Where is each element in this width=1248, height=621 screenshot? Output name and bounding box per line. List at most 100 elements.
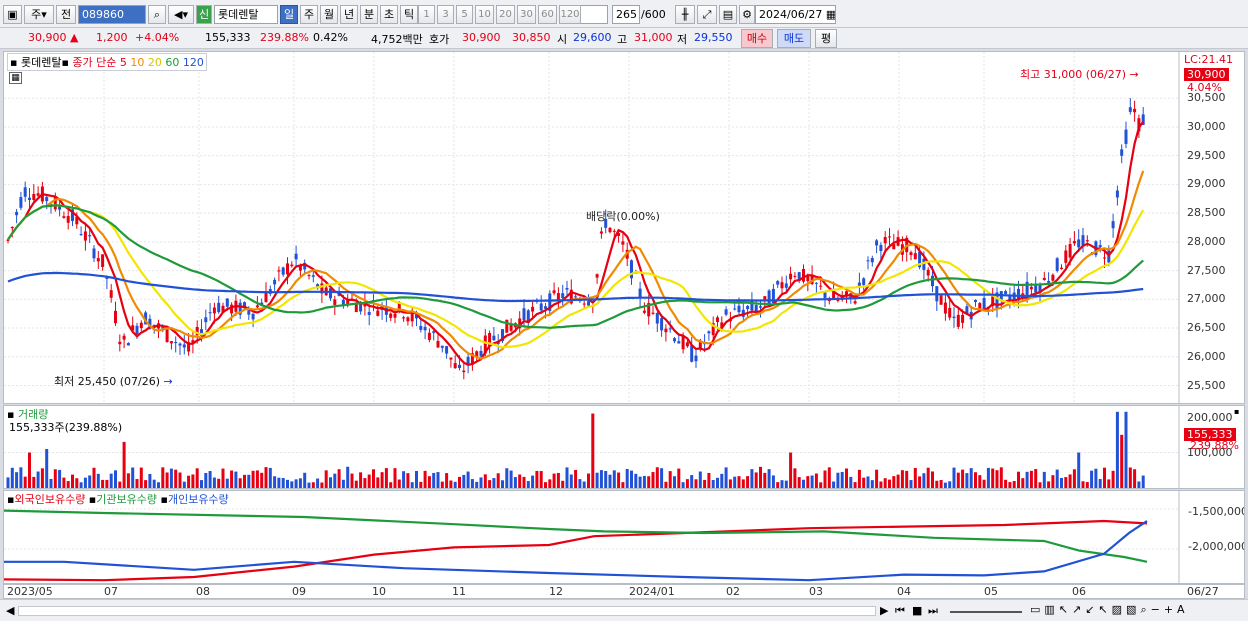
speaker-icon[interactable]: ◀▾ — [168, 5, 194, 24]
volume-bar — [694, 479, 698, 488]
stock-code-input[interactable]: 089860 — [78, 5, 146, 24]
avg-button[interactable]: 평 — [815, 29, 837, 48]
date-input[interactable]: 2024/06/27 ▦ — [755, 5, 836, 24]
quote-high: 31,000 — [634, 31, 673, 44]
candle-body — [767, 290, 771, 306]
timeframe-0[interactable]: 일 — [280, 5, 298, 24]
volume-bar — [1077, 452, 1081, 488]
scroll-left-icon[interactable]: ◀ — [6, 604, 14, 617]
zoom-slider[interactable] — [950, 611, 1022, 613]
candle-body — [677, 341, 681, 344]
volume-bar — [552, 473, 556, 488]
scroll-right-icon[interactable]: ▶ — [880, 604, 888, 617]
volume-bar — [1051, 475, 1055, 488]
period-20[interactable]: 20 — [496, 5, 515, 24]
timeframe-3[interactable]: 년 — [340, 5, 358, 24]
volume-bar — [32, 476, 36, 488]
volume-chart[interactable] — [4, 406, 1244, 488]
y-tick: 27,000 — [1187, 292, 1226, 306]
volume-bar — [423, 470, 427, 488]
candle-body — [862, 278, 866, 285]
volume-bar — [341, 479, 345, 488]
candle-body — [509, 324, 513, 331]
volume-bar — [402, 471, 406, 488]
stop-icon[interactable]: ■ — [912, 604, 922, 617]
period-60[interactable]: 60 — [538, 5, 557, 24]
candle-body — [707, 331, 711, 334]
candle-body — [139, 322, 143, 329]
current-price-tag: 30,900 — [1184, 68, 1229, 81]
volume-bar — [1141, 475, 1145, 488]
volume-bar — [161, 467, 165, 488]
candle-body — [79, 234, 83, 236]
high-annotation: 최고 31,000 (06/27) → — [1020, 68, 1139, 81]
volume-bar — [458, 476, 461, 488]
open-label: 시 — [557, 33, 568, 46]
volume-bar — [969, 468, 973, 488]
volume-bar — [268, 467, 272, 488]
period-120[interactable]: 120 — [559, 5, 581, 24]
candle-body — [174, 341, 178, 344]
bottom-bar: ◀ ▶ ⏮ ■ ⏭ ▭▥↖↗↙↖▨▧⌕−+A — [0, 599, 1248, 621]
volume-bar — [286, 479, 289, 488]
first-icon[interactable]: ⏮ — [895, 604, 905, 618]
volume-bar — [931, 471, 934, 488]
save-icon[interactable]: ▤ — [719, 5, 737, 24]
volume-bar — [1111, 470, 1115, 488]
search-icon[interactable]: ⌕ — [148, 5, 166, 24]
window-icon[interactable]: ▣ — [3, 5, 22, 24]
count-total: /600 — [641, 8, 666, 21]
market-select[interactable]: 주▾ — [24, 5, 54, 24]
close-icon[interactable]: ▪ — [1234, 407, 1239, 416]
count-input[interactable]: 265 — [612, 5, 640, 24]
candle-type-icon[interactable]: ╫ — [675, 5, 695, 24]
candle-body — [931, 275, 934, 287]
legend-ma20: 20 — [147, 56, 162, 69]
period-10[interactable]: 10 — [475, 5, 494, 24]
calendar-icon[interactable]: ▦ — [826, 8, 835, 21]
stock-name-field[interactable]: 롯데렌탈 — [214, 5, 278, 24]
drawing-tools-icon[interactable]: ▭▥↖↗↙↖▨▧⌕−+A — [1030, 603, 1189, 617]
timeframe-1[interactable]: 주 — [300, 5, 318, 24]
volume-bar — [716, 477, 719, 488]
last-icon[interactable]: ⏭ — [928, 604, 938, 618]
sell-button[interactable]: 매도 — [777, 29, 811, 48]
volume-bar — [866, 476, 870, 488]
volume-bar — [492, 478, 496, 488]
candle-body — [118, 341, 122, 345]
period-3[interactable]: 3 — [437, 5, 454, 24]
scrollbar[interactable] — [18, 606, 876, 616]
y-tick: 25,500 — [1187, 378, 1226, 392]
candle-body — [1060, 267, 1063, 269]
gear-icon[interactable]: ⚙ — [739, 5, 755, 24]
period-5[interactable]: 5 — [456, 5, 473, 24]
volume-bar — [952, 467, 956, 488]
x-tick: 06 — [1072, 585, 1086, 598]
price-chart[interactable] — [4, 52, 1244, 403]
volume-bar — [836, 472, 840, 488]
volume-bar — [165, 472, 169, 488]
volume-bar — [1124, 411, 1128, 488]
candle-body — [784, 283, 788, 288]
period-1[interactable]: 1 — [418, 5, 435, 24]
buy-button[interactable]: 매수 — [741, 29, 773, 48]
candle-body — [819, 285, 823, 287]
timeframe-2[interactable]: 월 — [320, 5, 338, 24]
volume-bar — [1038, 482, 1042, 488]
grid-icon[interactable]: ▦ — [9, 72, 22, 84]
volume-bar — [1055, 469, 1059, 488]
volume-bar — [1021, 478, 1025, 488]
volume-bar — [337, 469, 341, 488]
timeframe-6[interactable]: 틱 — [400, 5, 418, 24]
volume-bar — [827, 467, 831, 488]
volume-bar — [810, 475, 814, 488]
compare-icon[interactable]: ⤢ — [697, 5, 717, 24]
volume-bar — [595, 472, 599, 488]
volume-bar — [733, 476, 737, 488]
candle-body — [802, 268, 805, 282]
candle-body — [23, 187, 27, 197]
period-30[interactable]: 30 — [517, 5, 536, 24]
timeframe-4[interactable]: 분 — [360, 5, 378, 24]
market2-select[interactable]: 전 — [56, 5, 76, 24]
timeframe-5[interactable]: 초 — [380, 5, 398, 24]
